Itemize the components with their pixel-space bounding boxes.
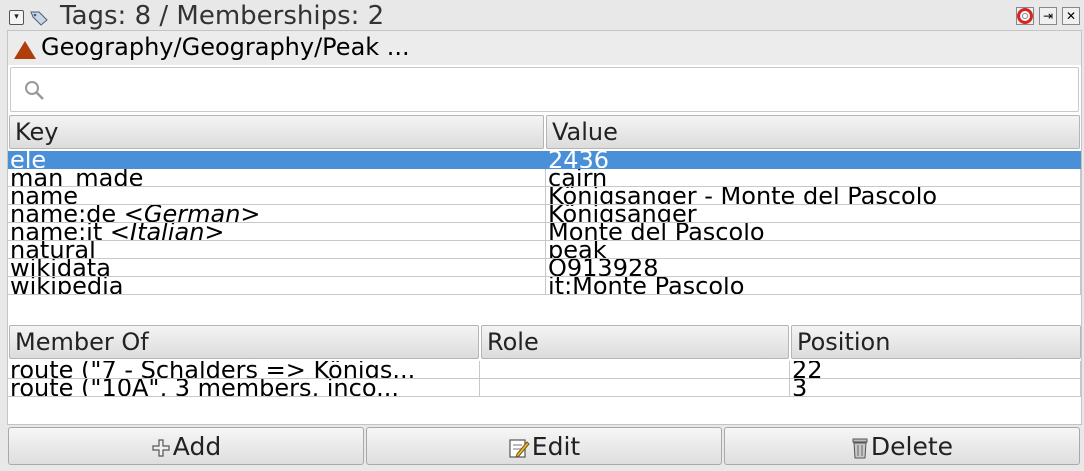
tag-value-cell[interactable]: cairn <box>546 169 1081 187</box>
column-header-member-of[interactable]: Member Of <box>9 325 479 359</box>
tag-key-cell[interactable]: man_made <box>8 169 546 187</box>
tag-value-cell[interactable]: Königsanger <box>546 205 1081 223</box>
object-title: Geography/Geography/Peak ... <box>41 33 410 61</box>
membership-role-cell[interactable] <box>480 361 790 379</box>
properties-panel: Geography/Geography/Peak ... Key Value e… <box>7 30 1082 425</box>
membership-member-of-cell[interactable]: route ("7 - Schalders => Königs... <box>8 361 480 379</box>
add-icon <box>152 439 170 457</box>
delete-button-label: Delete <box>870 432 954 461</box>
add-button-label: Add <box>172 432 222 461</box>
column-header-value[interactable]: Value <box>546 115 1080 149</box>
tag-key: name:de <box>10 205 117 223</box>
tag-value-cell[interactable]: it:Monte Pascolo <box>546 277 1081 295</box>
object-header: Geography/Geography/Peak ... <box>8 31 1081 65</box>
column-header-key[interactable]: Key <box>9 115 544 149</box>
peak-icon <box>14 41 36 59</box>
tag-row[interactable]: name Königsanger - Monte del Pascolo <box>8 187 1081 205</box>
tag-language: <Italian> <box>109 223 225 241</box>
delete-icon <box>852 438 868 459</box>
tag-key-cell[interactable]: natural <box>8 241 546 259</box>
tag-row[interactable]: natural peak <box>8 241 1081 259</box>
tag-key: ele <box>10 151 47 169</box>
detach-icon[interactable]: ⇥ <box>1039 7 1057 25</box>
tag-key: wikidata <box>10 259 111 277</box>
memberships-table: Member Of Role Position route ("7 - Scha… <box>8 325 1081 397</box>
tag-row[interactable]: ele 2436 <box>8 151 1081 169</box>
tag-icon <box>30 11 48 26</box>
tag-key: man_made <box>10 169 144 187</box>
membership-member-of-cell[interactable]: route ("10A", 3 members, inco... <box>8 379 480 397</box>
tag-key: natural <box>10 241 96 259</box>
search-input[interactable] <box>55 74 1059 106</box>
membership-position-cell[interactable]: 3 <box>790 379 1081 397</box>
tag-row[interactable]: name:it <Italian> Monte del Pascolo <box>8 223 1081 241</box>
tag-value-cell[interactable]: Königsanger - Monte del Pascolo <box>546 187 1081 205</box>
tag-row[interactable]: man_made cairn <box>8 169 1081 187</box>
add-button[interactable]: Add <box>8 427 364 465</box>
tag-value-cell[interactable]: 2436 <box>546 151 1081 169</box>
tags-table: Key Value ele 2436 man_made cairn name Königs… <box>8 115 1081 325</box>
panel-title-bar: ▾ Tags: 8 / Memberships: 2 ⇥ ✕ <box>0 0 1084 30</box>
tag-key: name <box>10 187 79 205</box>
close-icon[interactable]: ✕ <box>1062 7 1080 25</box>
tag-language: <German> <box>123 205 261 223</box>
edit-icon <box>509 439 530 458</box>
tag-key-cell[interactable]: name <box>8 187 546 205</box>
tag-key-cell[interactable]: name:it <Italian> <box>8 223 546 241</box>
tag-key: name:it <box>10 223 103 241</box>
help-icon[interactable] <box>1016 7 1034 25</box>
membership-position-cell[interactable]: 22 <box>790 361 1081 379</box>
tag-key-cell[interactable]: wikipedia <box>8 277 546 295</box>
column-header-role[interactable]: Role <box>481 325 789 359</box>
tag-key-cell[interactable]: wikidata <box>8 259 546 277</box>
tag-row[interactable]: wikipedia it:Monte Pascolo <box>8 277 1081 295</box>
membership-row[interactable]: route ("10A", 3 members, inco... 3 <box>8 379 1081 397</box>
tag-key-cell[interactable]: name:de <German> <box>8 205 546 223</box>
tag-row[interactable]: name:de <German> Königsanger <box>8 205 1081 223</box>
membership-row[interactable]: route ("7 - Schalders => Königs... 22 <box>8 361 1081 379</box>
edit-button-label: Edit <box>531 432 581 461</box>
tag-key: wikipedia <box>10 277 124 295</box>
tag-row[interactable]: wikidata Q913928 <box>8 259 1081 277</box>
tag-key-cell[interactable]: ele <box>8 151 546 169</box>
search-box[interactable] <box>10 67 1079 112</box>
tag-value-cell[interactable]: peak <box>546 241 1081 259</box>
membership-role-cell[interactable] <box>480 379 790 397</box>
edit-button[interactable]: Edit <box>366 427 722 465</box>
tag-value-cell[interactable]: Q913928 <box>546 259 1081 277</box>
column-header-position[interactable]: Position <box>791 325 1081 359</box>
tag-value-cell[interactable]: Monte del Pascolo <box>546 223 1081 241</box>
search-icon <box>25 81 44 100</box>
collapse-toggle-icon[interactable]: ▾ <box>9 10 24 25</box>
panel-title: Tags: 8 / Memberships: 2 <box>60 1 385 30</box>
delete-button[interactable]: Delete <box>724 427 1080 465</box>
